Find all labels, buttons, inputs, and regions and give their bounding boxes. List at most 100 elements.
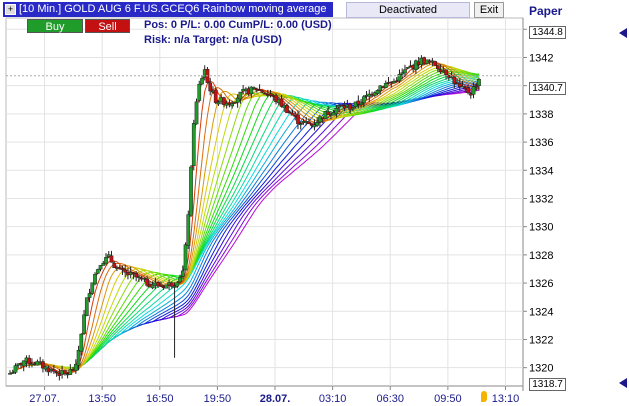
candle-body bbox=[183, 244, 188, 271]
price-tick-label: 1326 bbox=[529, 278, 553, 290]
risk-info: Risk: n/a Target: n/a (USD) bbox=[144, 34, 282, 46]
candle-body bbox=[197, 83, 202, 101]
time-tick-label: 19:50 bbox=[204, 393, 232, 405]
price-tick-label: 1336 bbox=[529, 137, 553, 149]
price-tag-bottom: 1318.7 bbox=[529, 378, 566, 391]
price-tick-label: 1322 bbox=[529, 334, 553, 346]
candle-body bbox=[87, 293, 92, 298]
price-tick-label: 1334 bbox=[529, 165, 553, 177]
account-label: Paper bbox=[529, 4, 563, 18]
candle-body bbox=[230, 103, 235, 107]
candle-body bbox=[84, 297, 89, 316]
time-tick-label: 27.07. bbox=[29, 393, 60, 405]
candle-body bbox=[334, 108, 339, 114]
price-tag-top: 1344.8 bbox=[529, 26, 566, 39]
candle-body bbox=[350, 107, 355, 110]
candle-body bbox=[285, 105, 289, 113]
candle-body bbox=[213, 89, 218, 103]
deactivated-button[interactable]: Deactivated bbox=[346, 2, 470, 18]
price-chart[interactable]: 1320 1322 1324 1326 1328 1330 1332 1334 1336 1338… bbox=[0, 0, 629, 406]
candle-body bbox=[186, 214, 191, 246]
candle-body bbox=[290, 112, 295, 116]
position-info: Pos: 0 P/L: 0.00 CumP/L: 0.00 (USD) bbox=[144, 19, 332, 31]
candle-body bbox=[433, 61, 437, 66]
candle-body bbox=[466, 87, 470, 94]
candle-body bbox=[120, 268, 125, 271]
candle-body bbox=[76, 350, 81, 366]
candle-body bbox=[164, 284, 169, 289]
candle-body bbox=[112, 262, 117, 269]
candle-body bbox=[82, 314, 86, 334]
buy-button[interactable]: Buy bbox=[27, 19, 83, 33]
candle-body bbox=[123, 269, 128, 273]
candle-body bbox=[134, 273, 139, 278]
candle-body bbox=[54, 371, 59, 374]
candle-body bbox=[191, 123, 196, 167]
chart-title-bar: + [10 Min.] GOLD AUG 6 F.US.GCEQ6 Rainbow… bbox=[3, 2, 333, 17]
candle-body bbox=[104, 257, 108, 264]
candle-body bbox=[175, 282, 180, 287]
price-tick-label: 1338 bbox=[529, 109, 553, 121]
price-tick-label: 1342 bbox=[529, 52, 553, 64]
candle-body bbox=[95, 269, 100, 274]
candle-body bbox=[93, 273, 97, 285]
candle-body bbox=[260, 90, 265, 93]
time-tick-label: 16:50 bbox=[146, 393, 174, 405]
candle-body bbox=[298, 123, 303, 125]
candle-body bbox=[444, 69, 448, 76]
candle-body bbox=[460, 86, 465, 88]
candle-body bbox=[405, 67, 410, 69]
price-tick-label: 1324 bbox=[529, 306, 553, 318]
time-tick-label: 13:50 bbox=[88, 393, 116, 405]
scroll-down-arrow-icon[interactable] bbox=[619, 378, 627, 388]
sell-button[interactable]: Sell bbox=[85, 19, 130, 33]
candle-body bbox=[98, 265, 103, 270]
candle-body bbox=[315, 122, 320, 126]
candle-body bbox=[208, 82, 213, 92]
price-tick-label: 1328 bbox=[529, 250, 553, 262]
candle-body bbox=[90, 282, 95, 294]
candle-body bbox=[178, 277, 182, 283]
candle-body bbox=[158, 284, 163, 287]
chart-title: [10 Min.] GOLD AUG 6 F.US.GCEQ6 Rainbow … bbox=[19, 3, 327, 15]
candle-body bbox=[307, 121, 311, 124]
candle-body bbox=[383, 83, 388, 88]
candle-body bbox=[10, 372, 15, 374]
time-tick-label: 28.07. bbox=[260, 393, 291, 405]
price-tick-label: 1330 bbox=[529, 222, 553, 234]
candle-body bbox=[79, 333, 84, 352]
expand-icon[interactable]: + bbox=[5, 3, 16, 15]
candle-body bbox=[137, 276, 141, 279]
candle-body bbox=[238, 91, 243, 100]
candle-body bbox=[200, 78, 204, 85]
candle-body bbox=[180, 270, 185, 277]
candle-body bbox=[109, 255, 114, 263]
scroll-up-arrow-icon[interactable] bbox=[619, 28, 627, 38]
time-tick-label: 03:10 bbox=[319, 393, 347, 405]
price-tick-label: 1332 bbox=[529, 193, 553, 205]
time-tick-label: 13:10 bbox=[492, 393, 520, 405]
price-tag-current: 1340.7 bbox=[529, 82, 566, 95]
candle-body bbox=[27, 357, 32, 365]
price-tick-label: 1320 bbox=[529, 363, 553, 375]
candle-body bbox=[63, 370, 67, 374]
candle-body bbox=[296, 114, 300, 125]
candle-body bbox=[471, 86, 476, 95]
candle-body bbox=[216, 101, 221, 105]
candle-body bbox=[172, 286, 177, 288]
candle-body bbox=[361, 96, 366, 104]
candle-body bbox=[403, 69, 407, 74]
candle-body bbox=[378, 85, 383, 91]
time-tick-label: 06:30 bbox=[376, 393, 404, 405]
candle-body bbox=[194, 101, 199, 125]
candle-body bbox=[252, 87, 256, 90]
cursor-indicator-icon bbox=[481, 391, 487, 402]
candle-body bbox=[359, 102, 363, 105]
candle-body bbox=[477, 78, 481, 86]
time-tick-label: 09:50 bbox=[434, 393, 462, 405]
exit-button[interactable]: Exit bbox=[474, 2, 504, 18]
candle-body bbox=[436, 65, 440, 70]
candle-body bbox=[257, 89, 262, 91]
candle-body bbox=[169, 282, 174, 287]
candle-body bbox=[13, 365, 18, 373]
